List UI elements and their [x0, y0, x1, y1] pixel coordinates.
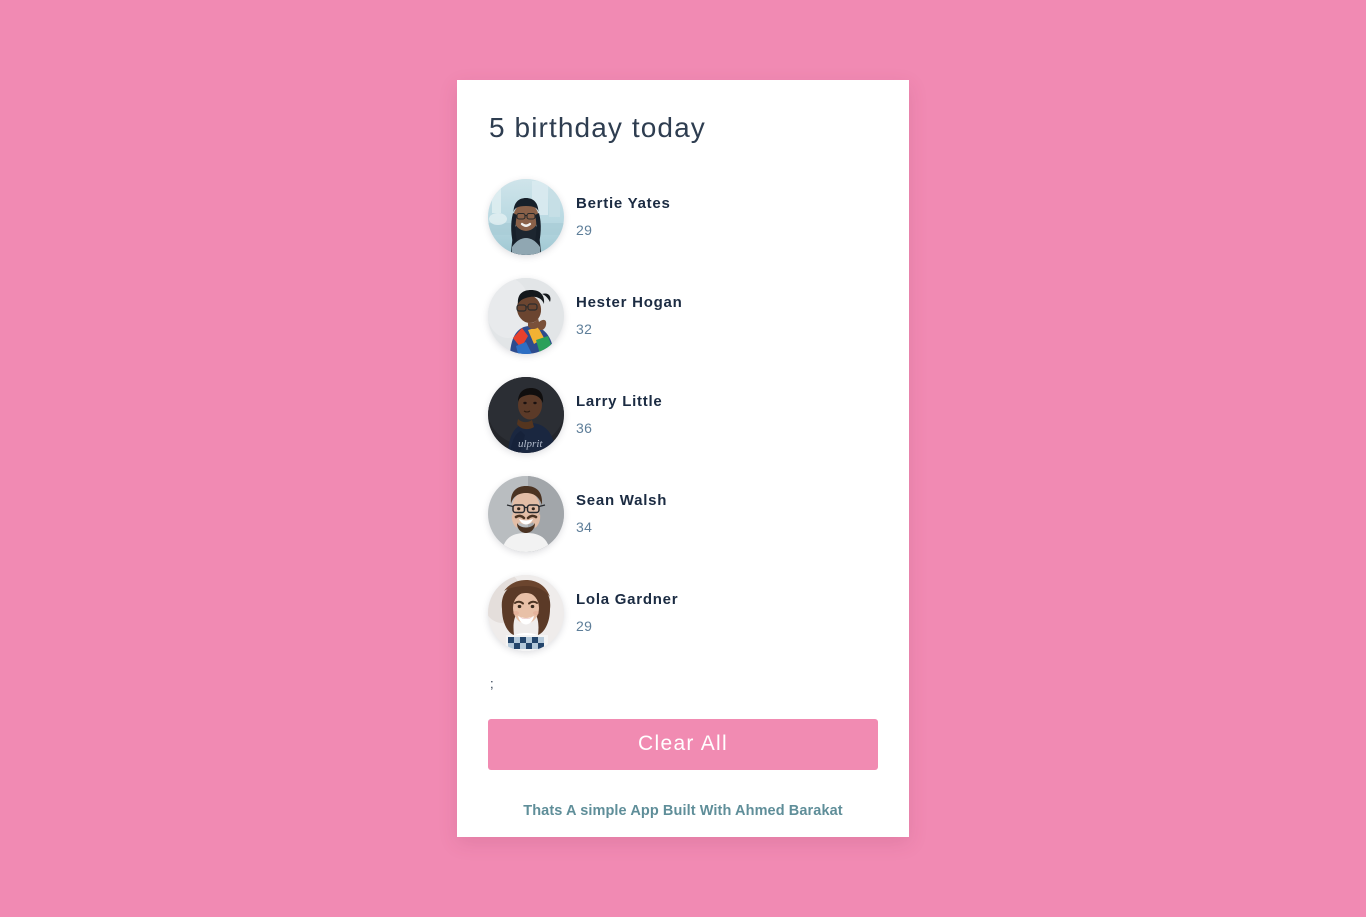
list-item[interactable]: Hester Hogan 32: [488, 266, 878, 365]
svg-text:ulprit: ulprit: [518, 438, 543, 450]
person-info: Lola Gardner 29: [576, 591, 678, 635]
person-info: Hester Hogan 32: [576, 294, 683, 338]
person-name: Lola Gardner: [576, 590, 679, 608]
birthday-card: 5 birthday today Bertie Yates 29 Hester …: [457, 80, 909, 837]
clear-all-button[interactable]: Clear All: [488, 719, 878, 770]
list-item[interactable]: Lola Gardner 29: [488, 563, 878, 662]
person-name: Hester Hogan: [576, 293, 683, 311]
person-name: Larry Little: [576, 392, 663, 410]
person-info: Larry Little 36: [576, 393, 663, 437]
avatar: [488, 475, 564, 552]
footer-note: Thats A simple App Built With Ahmed Bara…: [523, 803, 843, 819]
person-age: 32: [576, 320, 593, 337]
person-name: Sean Walsh: [576, 491, 668, 509]
person-info: Bertie Yates 29: [576, 195, 671, 239]
person-info: Sean Walsh 34: [576, 492, 667, 536]
person-name: Bertie Yates: [576, 194, 671, 212]
avatar: ulprit: [488, 376, 564, 453]
birthday-people-list: Bertie Yates 29 Hester Hogan 32 ulprit L…: [488, 167, 878, 662]
list-item[interactable]: Bertie Yates 29: [488, 167, 878, 266]
person-age: 29: [576, 617, 593, 634]
stray-text: ;: [490, 676, 494, 691]
person-age: 29: [576, 221, 593, 238]
page-title: 5 birthday today: [489, 112, 706, 143]
avatar: [488, 574, 564, 651]
list-item[interactable]: ulprit Larry Little 36: [488, 365, 878, 464]
list-item[interactable]: Sean Walsh 34: [488, 464, 878, 563]
avatar: [488, 277, 564, 354]
person-age: 36: [576, 419, 593, 436]
person-age: 34: [576, 518, 593, 535]
avatar: [488, 178, 564, 255]
